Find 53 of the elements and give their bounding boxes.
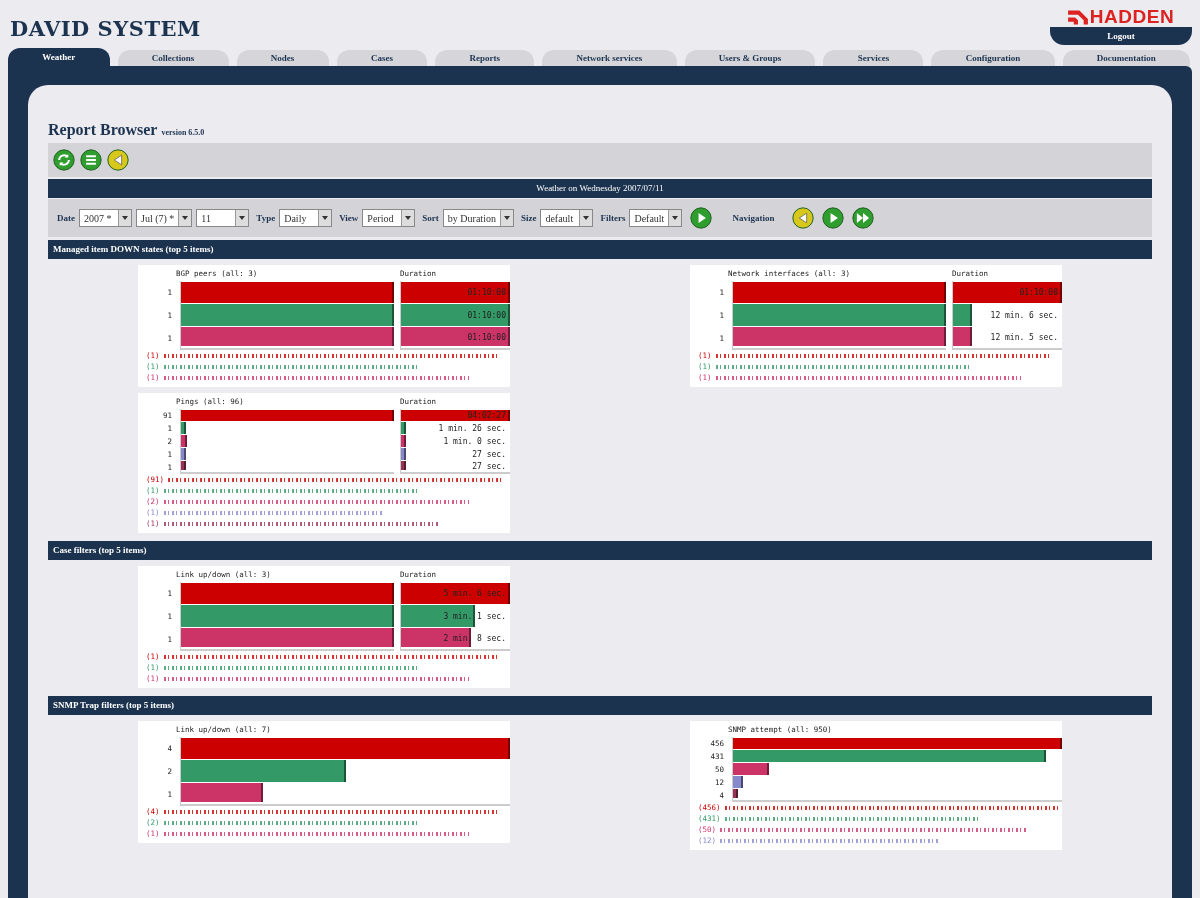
play-icon[interactable] [690, 207, 713, 229]
version-label: version 6.5.0 [161, 128, 205, 139]
tab[interactable]: Reports [435, 50, 535, 66]
dropdown[interactable]: 2007 * [79, 209, 132, 227]
list-icon[interactable] [80, 149, 102, 171]
dropdown[interactable]: Daily [279, 209, 333, 227]
logo: HADDEN [1067, 8, 1175, 26]
tab[interactable]: Configuration [931, 50, 1055, 66]
play-icon[interactable] [822, 207, 845, 229]
tab[interactable]: Weather [8, 48, 110, 66]
tab[interactable]: Services [823, 50, 924, 66]
bar-value: 2 min. 8 sec. [443, 633, 506, 645]
page-title: Report Browser [48, 121, 158, 139]
bar-value: 5 min. 6 sec. [443, 588, 506, 600]
filter-label: Date [57, 213, 75, 223]
filter-label: Sort [422, 213, 439, 223]
bar-value: 12 min. 6 sec. [990, 310, 1058, 322]
bar-value: 3 min. 1 sec. [443, 611, 506, 623]
tab[interactable]: Nodes [236, 50, 329, 66]
bar-value: 1 min. 26 sec. [438, 423, 506, 435]
tab[interactable]: Users & Groups [684, 50, 816, 66]
dropdown[interactable]: Jul (7) * [136, 209, 193, 227]
filter-label: Size [520, 213, 537, 223]
dropdown[interactable]: Default [629, 209, 683, 227]
section-title: SNMP Trap filters (top 5 items) [48, 696, 1152, 715]
section-title: Managed item DOWN states (top 5 items) [48, 240, 1152, 259]
bar-value: 12 min. 5 sec. [990, 332, 1058, 344]
filter-label: Filters [600, 213, 626, 223]
bar-value: 27 sec. [472, 449, 506, 461]
site-title: DAVID SYSTEM [10, 16, 201, 41]
dropdown[interactable]: default [540, 209, 594, 227]
bar-value: 04:02:27 [467, 410, 506, 422]
tab[interactable]: Collections [117, 50, 229, 66]
bar-value: 1 min. 0 sec. [443, 436, 506, 448]
bar-value: 01:10:00 [467, 332, 506, 344]
logo-icon [1067, 8, 1088, 26]
bar-value: 01:10:00 [467, 310, 506, 322]
tab[interactable]: Network services [542, 50, 677, 66]
bar-value: 27 sec. [472, 461, 506, 472]
bar-value: 01:10:00 [467, 287, 506, 299]
bar-value: 01:10:00 [1019, 287, 1058, 299]
logout-button[interactable]: Logout [1050, 27, 1192, 45]
dropdown[interactable]: Period [362, 209, 416, 227]
dropdown[interactable]: by Duration [442, 209, 514, 227]
report-title: Weather on Wednesday 2007/07/11 [48, 179, 1152, 198]
filter-label: View [339, 213, 359, 223]
dropdown[interactable]: 11 [196, 209, 250, 227]
tab[interactable]: Documentation [1062, 50, 1191, 66]
filter-label: Type [256, 213, 276, 223]
refresh-icon[interactable] [53, 149, 75, 171]
navigation-label: Navigation [732, 213, 775, 223]
section-title: Case filters (top 5 items) [48, 541, 1152, 560]
tab[interactable]: Cases [336, 50, 428, 66]
